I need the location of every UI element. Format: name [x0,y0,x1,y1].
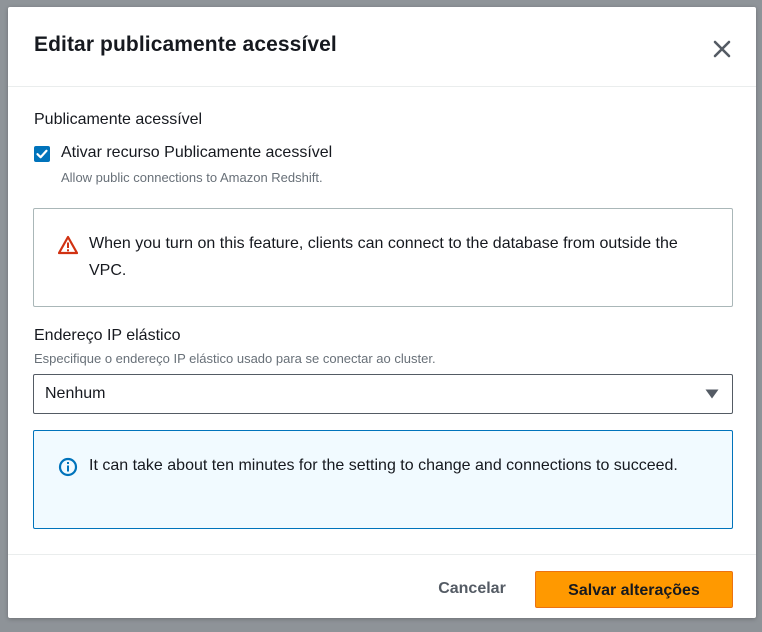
caret-down-icon [705,389,719,399]
close-icon [713,40,731,58]
info-alert: It can take about ten minutes for the se… [33,430,733,529]
elastic-ip-label: Endereço IP elástico [34,327,181,344]
modal-title: Editar publicamente acessível [34,33,337,56]
checkmark-icon [36,149,48,159]
elastic-ip-description: Especifique o endereço IP elástico usado… [34,351,436,366]
elastic-ip-select[interactable]: Nenhum [33,374,733,414]
close-button[interactable] [708,35,736,63]
warning-alert: When you turn on this feature, clients c… [33,208,733,307]
background-content [0,620,762,632]
save-changes-button[interactable]: Salvar alterações [535,571,733,608]
info-icon [58,457,78,477]
warning-icon [58,235,78,255]
warning-alert-text: When you turn on this feature, clients c… [89,235,678,279]
elastic-ip-selected-value: Nenhum [45,385,106,402]
edit-public-access-modal: Editar publicamente acessível Publicamen… [8,7,756,618]
cancel-button[interactable]: Cancelar [425,571,519,607]
modal-header: Editar publicamente acessível [8,7,756,87]
public-access-checkbox-label[interactable]: Ativar recurso Publicamente acessível [61,144,332,162]
info-alert-text: It can take about ten minutes for the se… [89,457,678,474]
public-access-checkbox[interactable] [34,146,50,162]
modal-footer: Cancelar Salvar alterações [8,554,756,618]
public-access-description: Allow public connections to Amazon Redsh… [61,170,323,185]
public-access-label: Publicamente acessível [34,111,203,128]
